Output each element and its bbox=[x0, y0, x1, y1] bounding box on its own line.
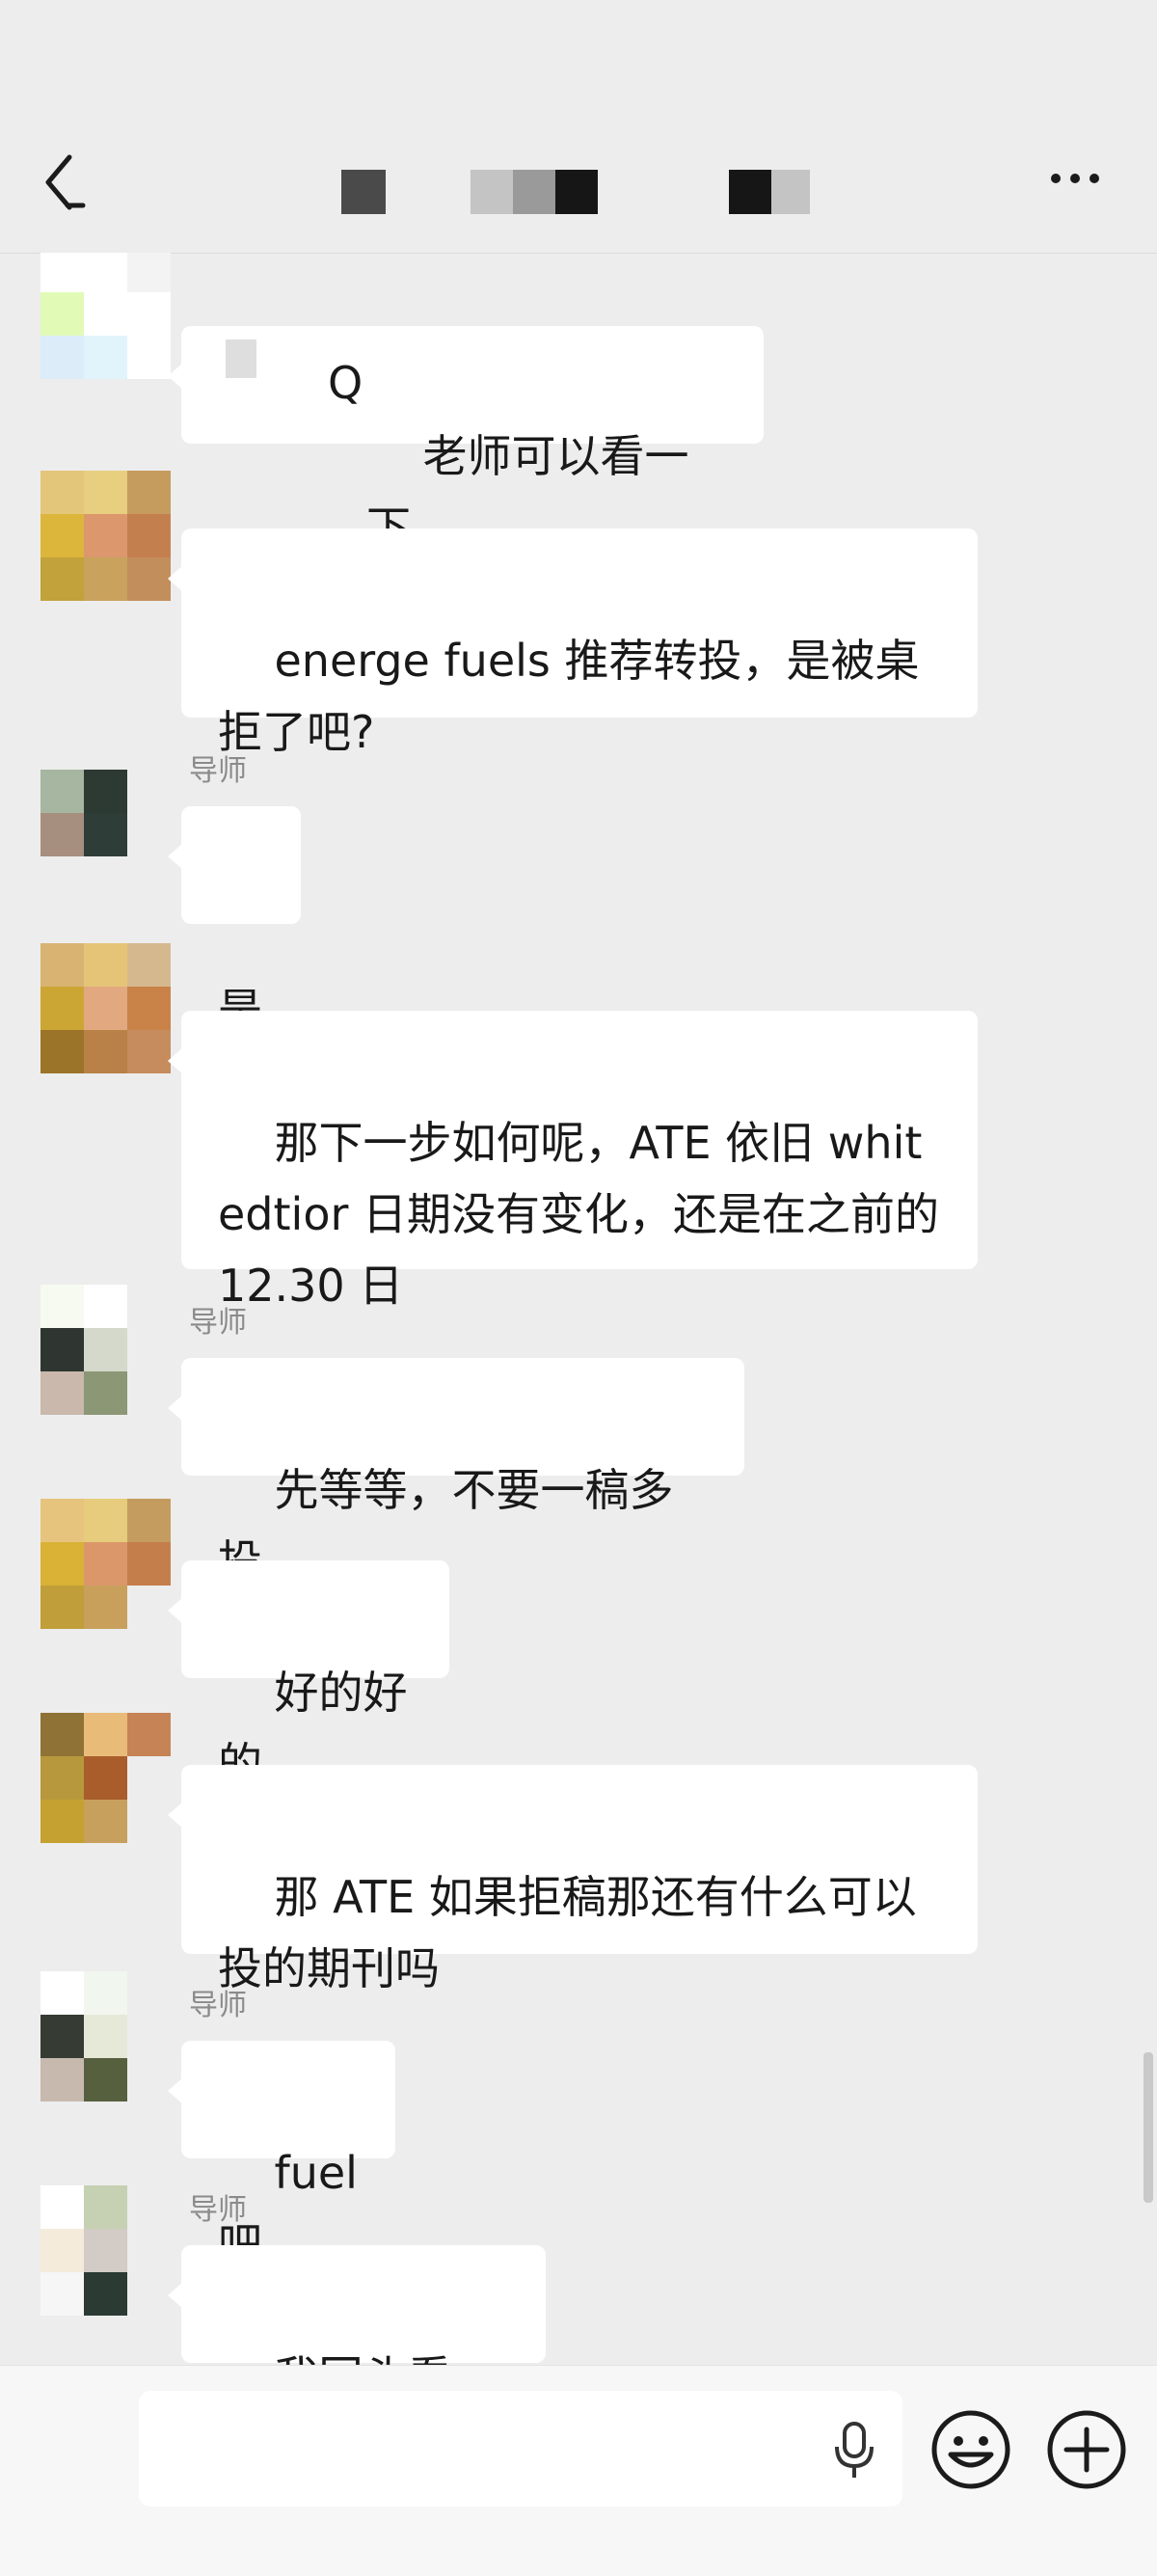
avatar[interactable] bbox=[40, 1499, 172, 1630]
message-text: 那 ATE 如果拒稿那还有什么可以投的期刊吗 bbox=[218, 1871, 917, 1994]
microphone-icon[interactable] bbox=[825, 2416, 883, 2483]
message-bubble[interactable]: 老师可以看一下 bbox=[168, 326, 764, 554]
message-text: 那下一步如何呢，ATE 依旧 whitedtior 日期没有变化，还是在之前的 … bbox=[218, 1117, 954, 1312]
message-bubble[interactable]: energe fuels 推荐转投，是被桌拒了吧? bbox=[168, 529, 978, 758]
avatar[interactable] bbox=[40, 1285, 172, 1416]
message-bubble[interactable]: fuel 吧 bbox=[168, 2041, 395, 2270]
emoji-icon[interactable] bbox=[929, 2408, 1012, 2491]
sender-name: 导师 bbox=[189, 754, 247, 788]
avatar[interactable] bbox=[40, 471, 172, 602]
plus-icon[interactable] bbox=[1045, 2408, 1128, 2491]
chat-title-redacted bbox=[341, 170, 823, 214]
scrollbar[interactable] bbox=[1144, 2052, 1153, 2203]
avatar[interactable] bbox=[40, 943, 172, 1074]
message-text: 我回头看一下 bbox=[218, 2351, 497, 2365]
chat-header bbox=[0, 0, 1157, 254]
more-options-icon[interactable] bbox=[1041, 172, 1109, 191]
avatar[interactable] bbox=[40, 2185, 172, 2317]
sender-name: 导师 bbox=[189, 1989, 247, 2022]
message-input[interactable] bbox=[139, 2391, 902, 2507]
sender-name: 导师 bbox=[189, 2193, 247, 2227]
message-bubble[interactable]: 是 bbox=[168, 806, 301, 1036]
input-bar bbox=[0, 2365, 1157, 2576]
sender-name: 导师 bbox=[189, 1306, 247, 1340]
avatar[interactable] bbox=[40, 1713, 172, 1844]
message-bubble[interactable]: 我回头看一下 bbox=[168, 2245, 546, 2365]
message-list[interactable]: 老师可以看一下 Q energe fuels 推荐转投，是被桌拒了吧? 导师 是 bbox=[0, 253, 1157, 2365]
avatar[interactable] bbox=[40, 253, 172, 380]
message-bubble[interactable]: 好的好的 bbox=[168, 1560, 449, 1790]
avatar[interactable] bbox=[40, 770, 172, 901]
redaction-block bbox=[226, 339, 256, 378]
message-bubble[interactable]: 那下一步如何呢，ATE 依旧 whitedtior 日期没有变化，还是在之前的 … bbox=[168, 1011, 978, 1312]
avatar[interactable] bbox=[40, 1971, 172, 2102]
back-arrow-icon[interactable] bbox=[39, 149, 96, 217]
message-bubble[interactable]: 那 ATE 如果拒稿那还有什么可以投的期刊吗 bbox=[168, 1765, 978, 1994]
message-bubble[interactable]: 先等等，不要一稿多投 bbox=[168, 1358, 744, 1587]
message-text: energe fuels 推荐转投，是被桌拒了吧? bbox=[218, 635, 920, 758]
message-text-prefix: Q bbox=[328, 357, 363, 409]
